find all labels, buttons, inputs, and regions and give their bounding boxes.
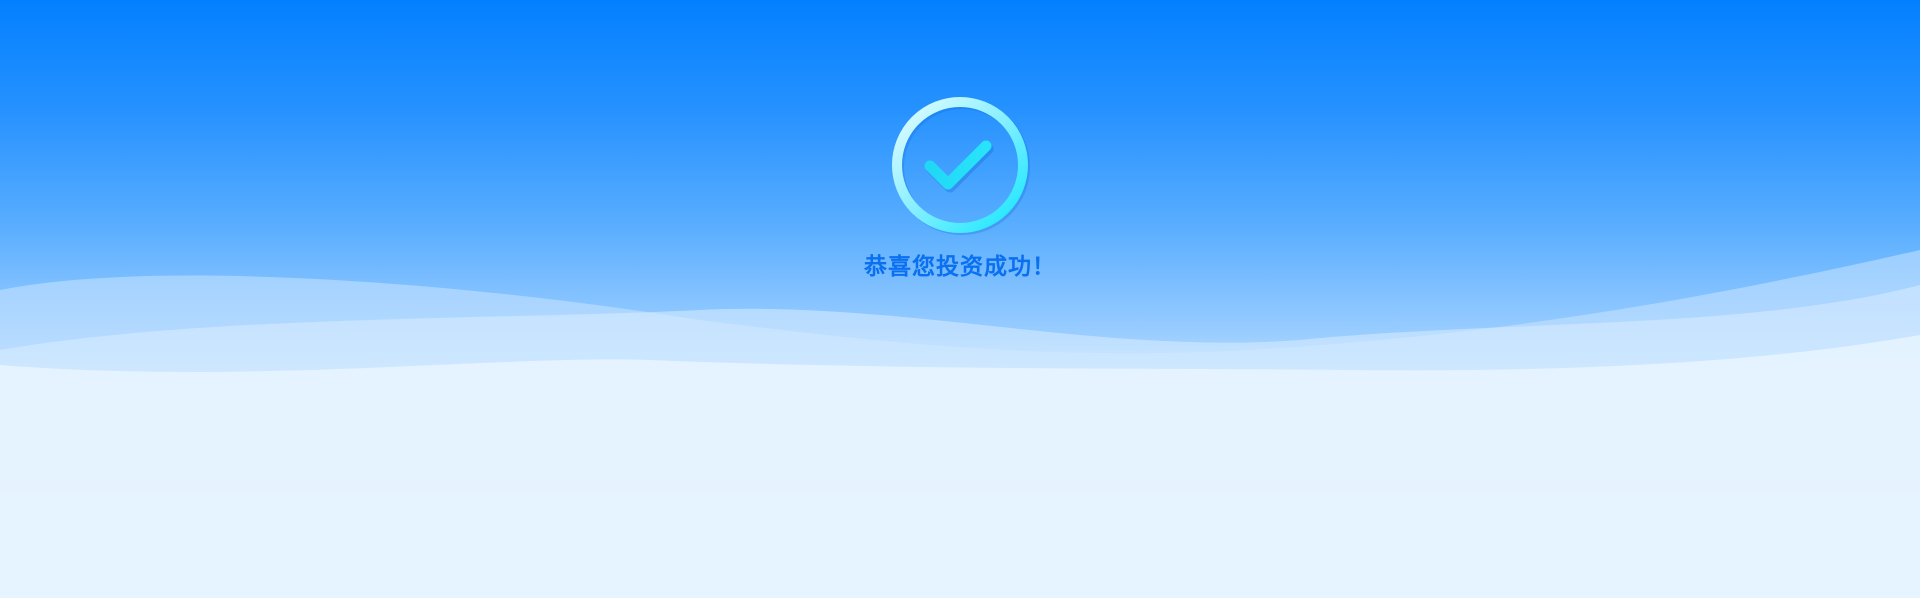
wave-front — [0, 335, 1920, 598]
check-circle-icon — [892, 97, 1030, 235]
success-banner: 恭喜您投资成功！ — [0, 0, 1920, 598]
success-message: 恭喜您投资成功！ — [864, 254, 1056, 280]
wave-background — [0, 250, 1920, 598]
